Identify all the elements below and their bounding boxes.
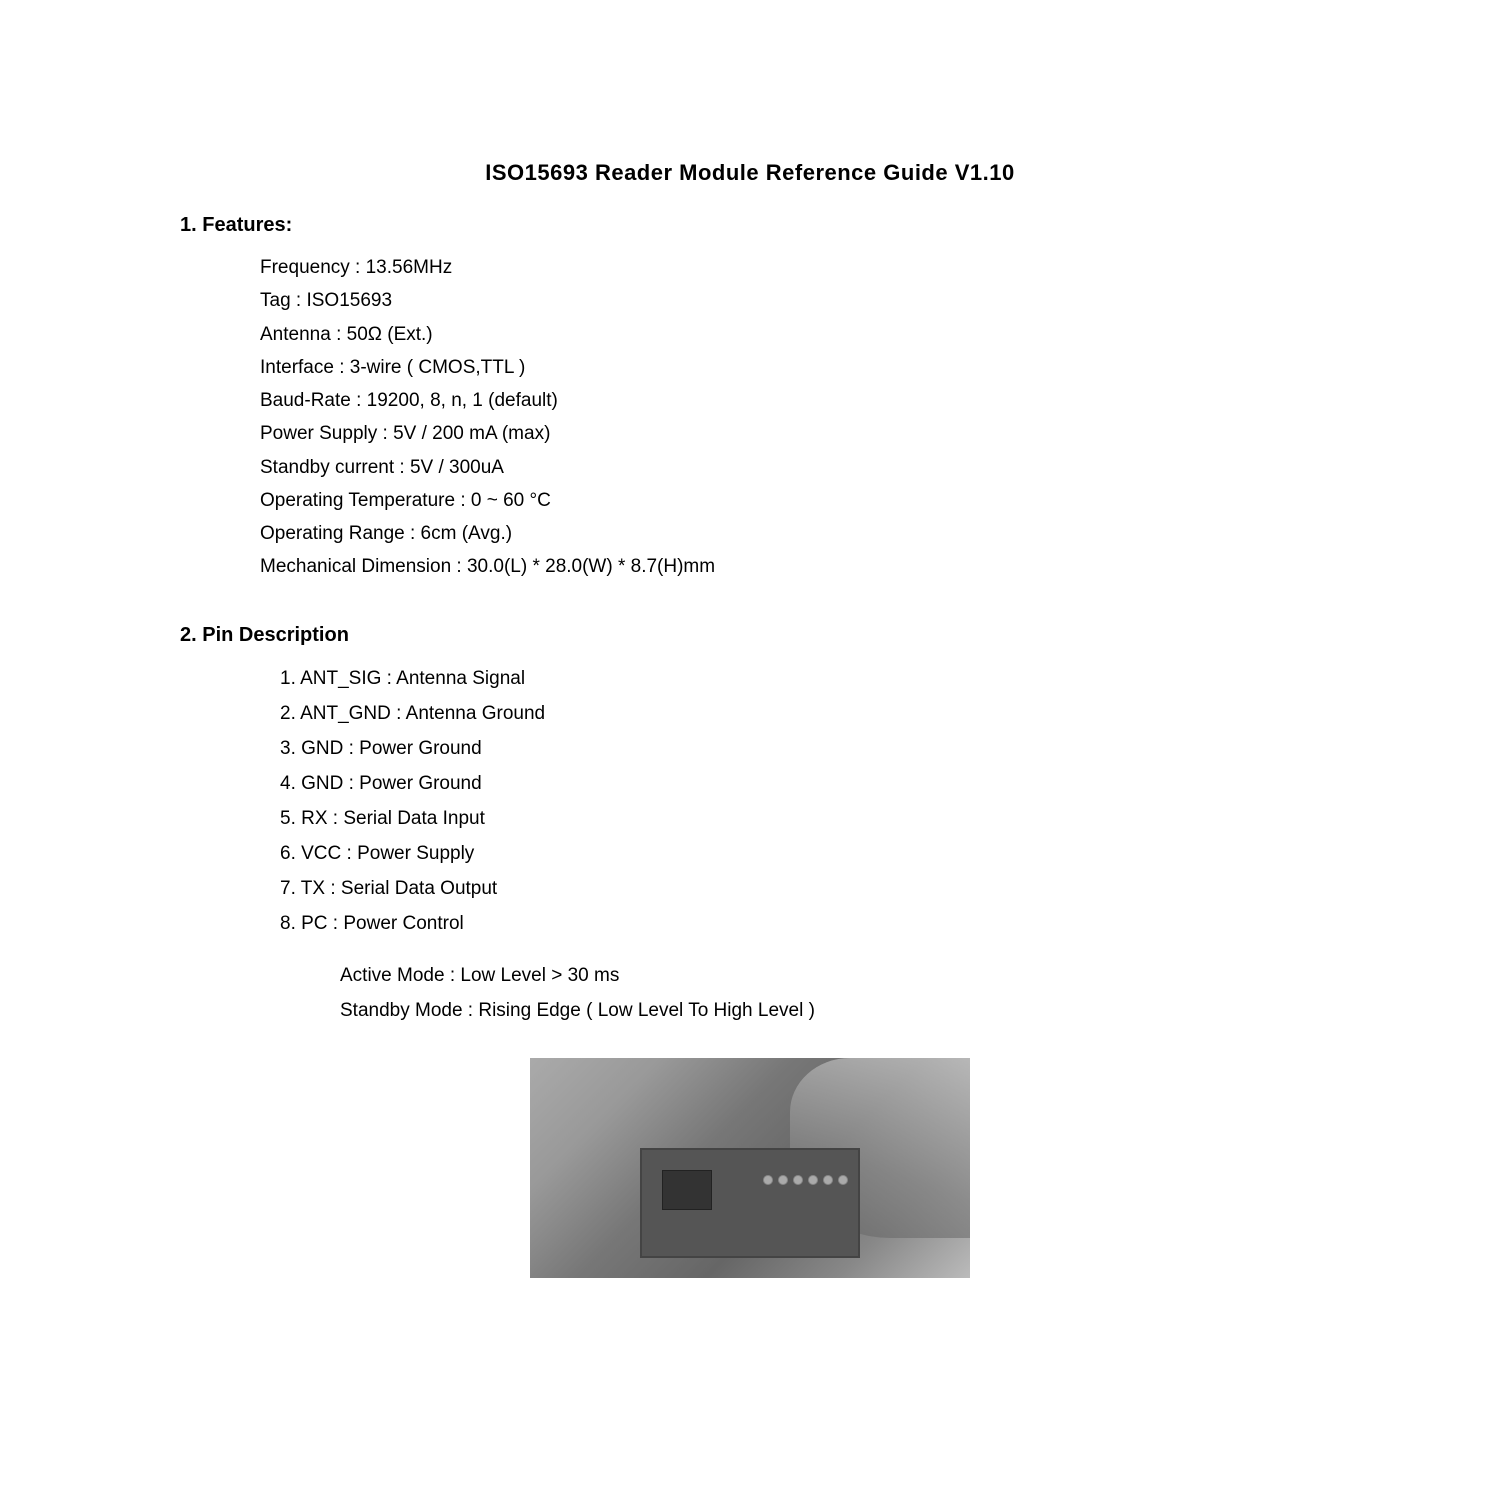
pc-sublist: Active Mode : Low Level > 30 ms Standby … [340, 958, 1320, 1028]
pin-6 [838, 1175, 848, 1185]
device-image-container [180, 1058, 1320, 1278]
pin-description-heading: 2. Pin Description [180, 624, 1320, 647]
feature-item-6: Power Supply : 5V / 200 mA (max) [260, 417, 1320, 450]
pin-1 [763, 1175, 773, 1185]
pc-mode-standby: Standby Mode : Rising Edge ( Low Level T… [340, 993, 1320, 1028]
feature-item-7: Standby current : 5V / 300uA [260, 451, 1320, 484]
pin-item-8: 8. PC : Power Control [280, 906, 1320, 941]
page-title: ISO15693 Reader Module Reference Guide V… [180, 160, 1320, 186]
section-pin-description: 2. Pin Description 1. ANT_SIG : Antenna … [180, 624, 1320, 1028]
features-list: Frequency : 13.56MHz Tag : ISO15693 Ante… [260, 251, 1320, 584]
pin-item-2: 2. ANT_GND : Antenna Ground [280, 696, 1320, 731]
feature-item-5: Baud-Rate : 19200, 8, n, 1 (default) [260, 384, 1320, 417]
pin-item-6: 6. VCC : Power Supply [280, 836, 1320, 871]
feature-item-9: Operating Range : 6cm (Avg.) [260, 517, 1320, 550]
feature-item-8: Operating Temperature : 0 ~ 60 °C [260, 484, 1320, 517]
pin-5 [823, 1175, 833, 1185]
pcb-chip [662, 1170, 712, 1210]
pin-item-3: 3. GND : Power Ground [280, 731, 1320, 766]
pin-list: 1. ANT_SIG : Antenna Signal 2. ANT_GND :… [280, 661, 1320, 942]
feature-item-10: Mechanical Dimension : 30.0(L) * 28.0(W)… [260, 550, 1320, 583]
pin-item-4: 4. GND : Power Ground [280, 766, 1320, 801]
feature-item-3: Antenna : 50Ω (Ext.) [260, 318, 1320, 351]
pc-mode-active: Active Mode : Low Level > 30 ms [340, 958, 1320, 993]
feature-item-2: Tag : ISO15693 [260, 284, 1320, 317]
pcb-pins [763, 1175, 848, 1185]
pin-item-5: 5. RX : Serial Data Input [280, 801, 1320, 836]
section-features: 1. Features: Frequency : 13.56MHz Tag : … [180, 214, 1320, 584]
pin-2 [778, 1175, 788, 1185]
features-heading: 1. Features: [180, 214, 1320, 237]
feature-item-1: Frequency : 13.56MHz [260, 251, 1320, 284]
pin-item-7: 7. TX : Serial Data Output [280, 871, 1320, 906]
pin-3 [793, 1175, 803, 1185]
pcb-board [640, 1148, 860, 1258]
pin-item-1: 1. ANT_SIG : Antenna Signal [280, 661, 1320, 696]
feature-item-4: Interface : 3-wire ( CMOS,TTL ) [260, 351, 1320, 384]
device-image [530, 1058, 970, 1278]
pin-4 [808, 1175, 818, 1185]
